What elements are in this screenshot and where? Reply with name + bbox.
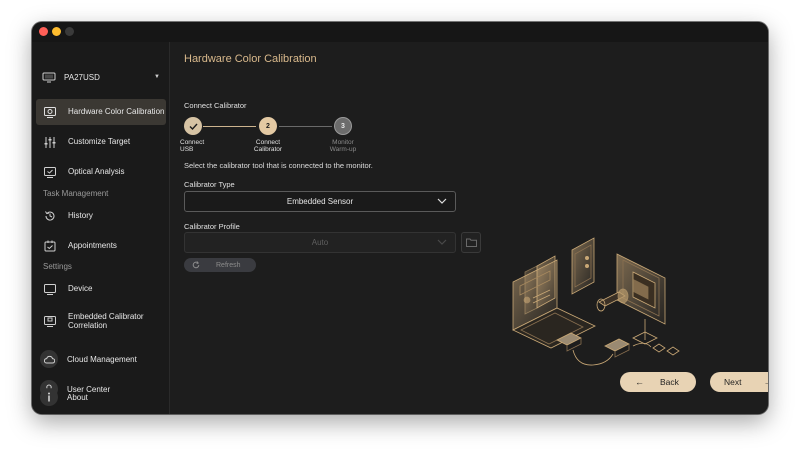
step-2-label-line2: Calibrator (253, 146, 283, 154)
step-2-label-line1: Connect (255, 139, 281, 146)
back-label: Back (660, 377, 679, 387)
refresh-icon (192, 261, 200, 269)
calibrator-type-select[interactable]: Embedded Sensor (184, 191, 456, 212)
sidebar-item-cloud-management[interactable]: Cloud Management (40, 348, 166, 370)
cloud-icon (40, 350, 58, 368)
arrow-right-icon: → (763, 377, 768, 387)
sidebar-item-label: History (68, 211, 93, 221)
calibrator-profile-select[interactable]: Auto (184, 232, 456, 253)
calibrator-profile-value: Auto (311, 238, 329, 247)
sidebar-item-label: About (67, 392, 88, 402)
sidebar-item-device[interactable]: Device (36, 276, 166, 302)
back-button[interactable]: ← Back (620, 372, 696, 392)
step-connector (279, 126, 332, 127)
monitor-icon (42, 72, 56, 82)
refresh-button[interactable]: Refresh (184, 258, 256, 272)
sidebar-item-customize-target[interactable]: Customize Target (36, 129, 166, 155)
sidebar-item-label: Optical Analysis (68, 167, 125, 177)
title-bar (32, 22, 768, 42)
chevron-down-icon (437, 198, 447, 204)
device-name: PA27USD (64, 72, 100, 82)
zoom-window-button[interactable] (65, 27, 74, 36)
app-window: PA27USD ▼ Hardware Color Calibration Cus… (32, 22, 768, 414)
step-1-label-line2: USB (180, 146, 194, 154)
sidebar-item-label: Customize Target (68, 137, 131, 147)
next-label: Next (724, 377, 742, 387)
minimize-window-button[interactable] (52, 27, 61, 36)
checkmark-icon (189, 123, 198, 130)
step-3-pending: 3 (334, 117, 352, 135)
sidebar-item-history[interactable]: History (36, 203, 166, 229)
calibrator-type-value: Embedded Sensor (286, 197, 354, 206)
calendar-check-icon (44, 240, 56, 252)
section-heading-settings: Settings (43, 262, 72, 271)
step-3-label-line2: Warm-up (329, 146, 357, 154)
arrow-left-icon: ← (635, 377, 644, 387)
monitor-icon (44, 283, 56, 295)
refresh-label: Refresh (216, 261, 241, 269)
sidebar-item-label: Device (68, 284, 93, 294)
sidebar-item-hardware-color-calibration[interactable]: Hardware Color Calibration (36, 99, 166, 125)
step-1-done (184, 117, 202, 135)
step-connector (203, 126, 256, 127)
chevron-down-icon: ▼ (154, 74, 160, 80)
page-title: Hardware Color Calibration (184, 53, 317, 65)
calibrator-monitor-icon (44, 315, 56, 327)
chevron-down-icon (437, 239, 447, 245)
calibrator-type-label: Calibrator Type (184, 180, 235, 189)
sidebar: PA27USD ▼ Hardware Color Calibration Cus… (32, 42, 170, 414)
next-button[interactable]: Next → (710, 372, 768, 392)
calibration-monitor-icon (44, 106, 56, 118)
sidebar-item-label: Cloud Management (67, 354, 137, 364)
browse-profile-button[interactable] (461, 232, 481, 253)
sidebar-item-label: Appointments (68, 241, 117, 251)
calibration-setup-illustration (512, 237, 680, 366)
monitor-check-icon (44, 166, 56, 178)
device-selector[interactable]: PA27USD ▼ (42, 68, 160, 86)
sidebar-item-about[interactable]: About (40, 386, 166, 408)
step-1-label: Connect USB (180, 139, 206, 154)
sidebar-item-optical-analysis[interactable]: Optical Analysis (36, 159, 166, 185)
info-icon (40, 388, 58, 406)
step-3-label: Monitor Warm-up (324, 139, 362, 154)
step-2-label: Connect Calibrator (250, 139, 286, 154)
instruction-text: Select the calibrator tool that is conne… (184, 161, 373, 170)
close-window-button[interactable] (39, 27, 48, 36)
section-title: Connect Calibrator (184, 101, 247, 110)
sidebar-item-label: Hardware Color Calibration (68, 107, 165, 117)
step-3-label-line1: Monitor (332, 139, 354, 146)
history-icon (44, 210, 56, 222)
sidebar-item-embedded-calibrator-correlation[interactable]: Embedded Calibrator Correlation (36, 304, 166, 338)
main-panel: Hardware Color Calibration Connect Calib… (170, 42, 768, 414)
sliders-icon (44, 136, 56, 148)
folder-icon (465, 238, 477, 247)
step-2-current: 2 (259, 117, 277, 135)
section-heading-task-management: Task Management (43, 189, 109, 198)
calibrator-profile-label: Calibrator Profile (184, 222, 240, 231)
sidebar-item-appointments[interactable]: Appointments (36, 233, 166, 259)
step-1-label-line1: Connect (180, 139, 205, 146)
sidebar-item-label: Embedded Calibrator Correlation (68, 311, 144, 330)
